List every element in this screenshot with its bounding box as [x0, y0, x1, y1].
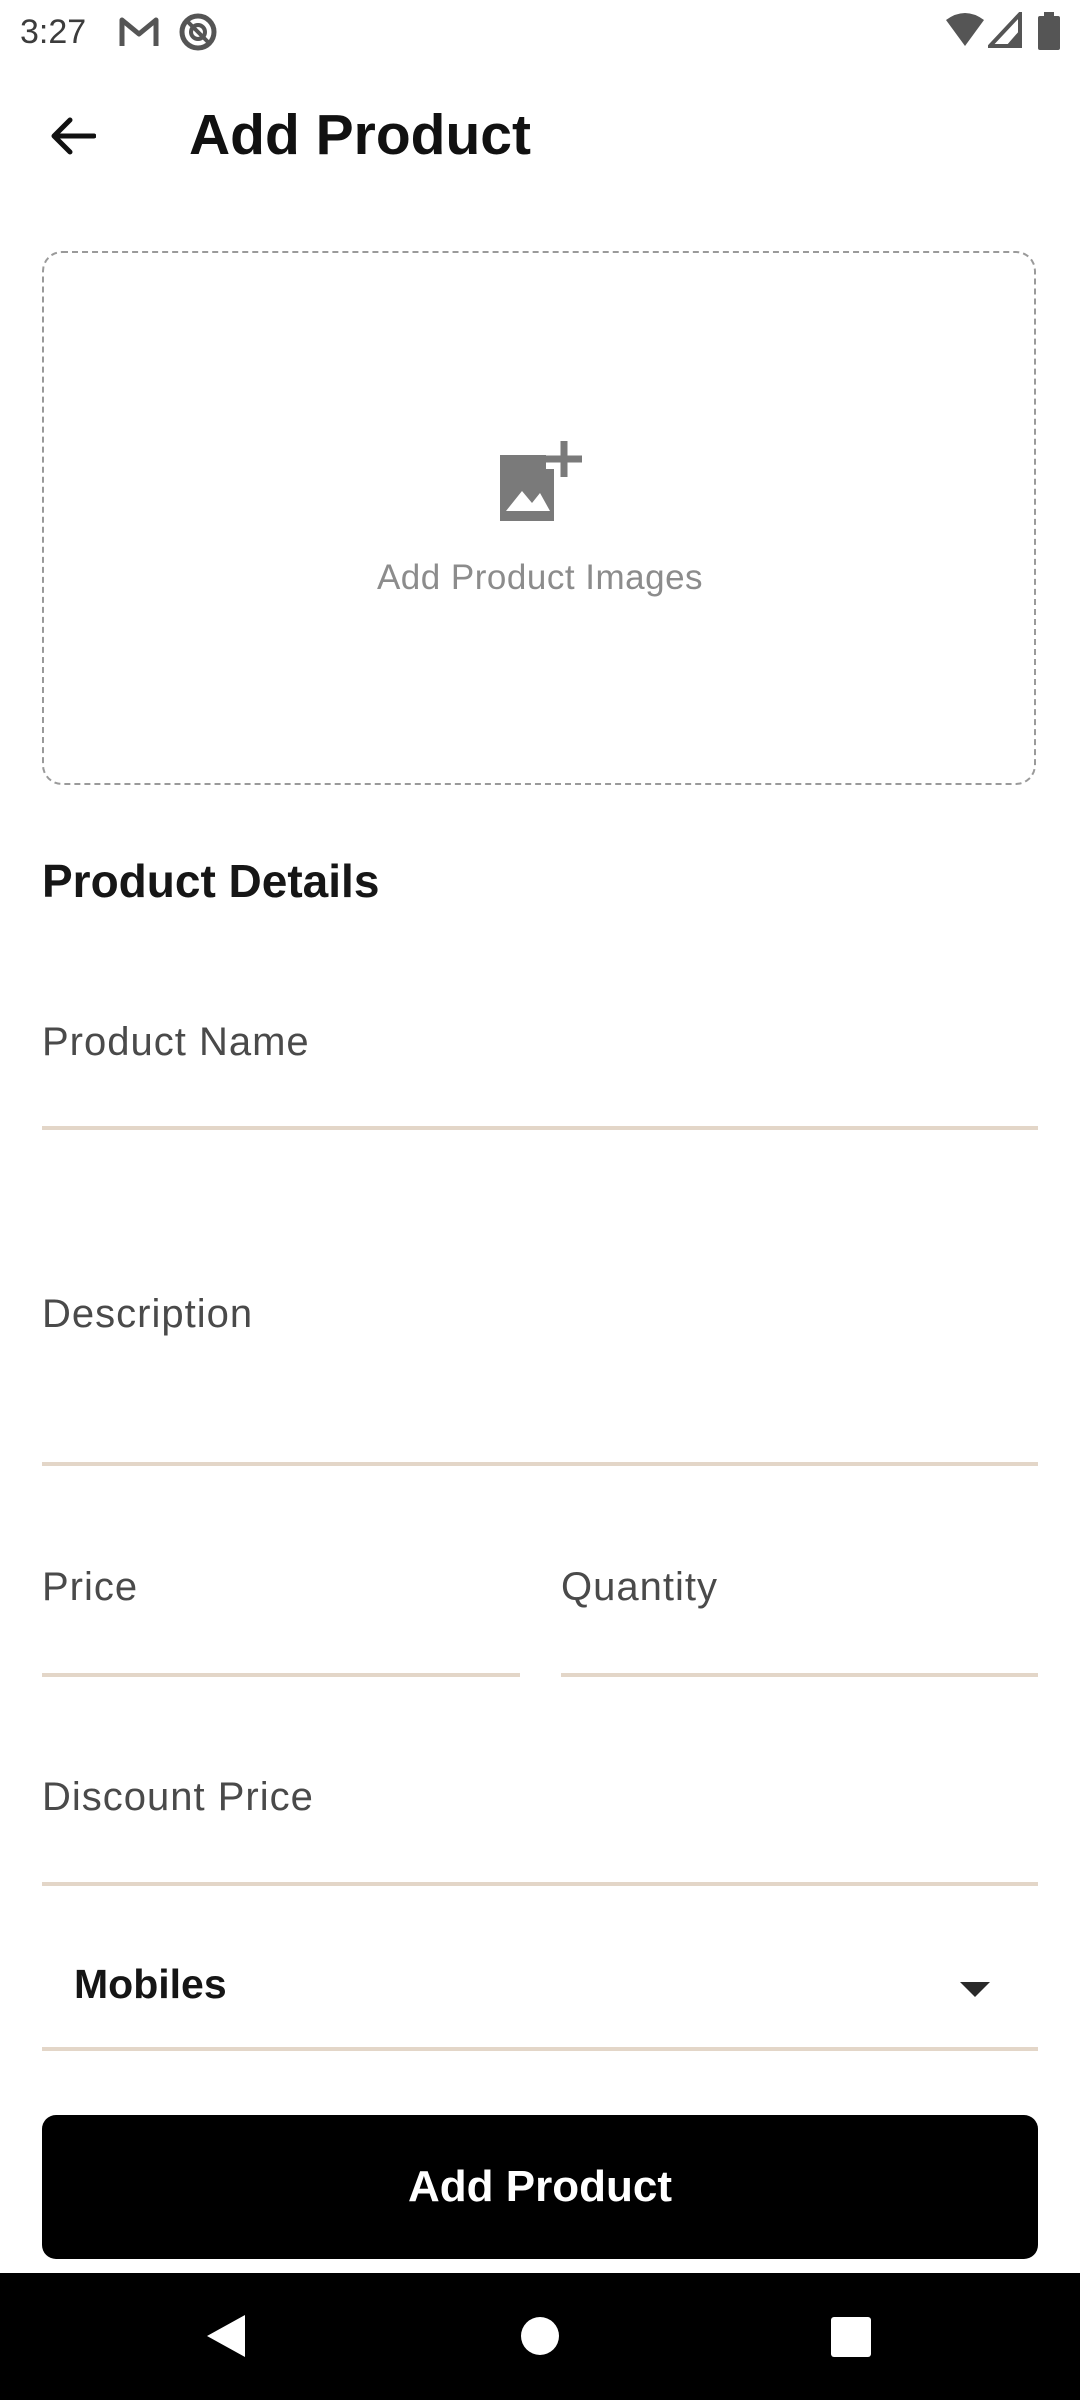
arrow-back-icon [51, 117, 96, 155]
gmail-icon [119, 17, 159, 46]
price-underline [42, 1673, 520, 1677]
signal-icon [988, 12, 1022, 48]
nav-back-icon[interactable] [205, 2313, 247, 2359]
dropdown-arrow-icon [960, 1982, 990, 1997]
section-title: Product Details [42, 855, 380, 907]
add-images-label: Add Product Images [376, 558, 704, 597]
back-button[interactable] [30, 96, 116, 176]
add-product-button[interactable]: Add Product [42, 2115, 1038, 2259]
discount-price-field[interactable]: Discount Price [42, 1765, 1038, 1889]
price-field[interactable]: Price [42, 1555, 520, 1679]
discount-price-label: Discount Price [42, 1775, 314, 1819]
page-title: Add Product [189, 103, 531, 167]
add-photo-icon [500, 441, 582, 521]
product-name-label: Product Name [42, 1020, 310, 1064]
description-underline [42, 1462, 1038, 1466]
price-label: Price [42, 1565, 139, 1609]
product-name-underline [42, 1126, 1038, 1130]
status-time: 3:27 [20, 13, 87, 51]
quantity-field[interactable]: Quantity [561, 1555, 1038, 1679]
description-field[interactable]: Description [42, 1282, 1038, 1468]
nav-home-icon[interactable] [520, 2316, 560, 2356]
quantity-label: Quantity [561, 1565, 718, 1609]
battery-icon [1038, 12, 1060, 50]
discount-price-underline [42, 1882, 1038, 1886]
category-underline [42, 2047, 1038, 2051]
quantity-underline [561, 1673, 1038, 1677]
product-name-field[interactable]: Product Name [42, 1010, 1038, 1134]
nav-recents-icon[interactable] [830, 2316, 872, 2358]
at-sign-icon [179, 13, 217, 51]
wifi-icon [946, 13, 984, 46]
category-selected-value: Mobiles [74, 1961, 227, 2007]
description-label: Description [42, 1292, 254, 1336]
